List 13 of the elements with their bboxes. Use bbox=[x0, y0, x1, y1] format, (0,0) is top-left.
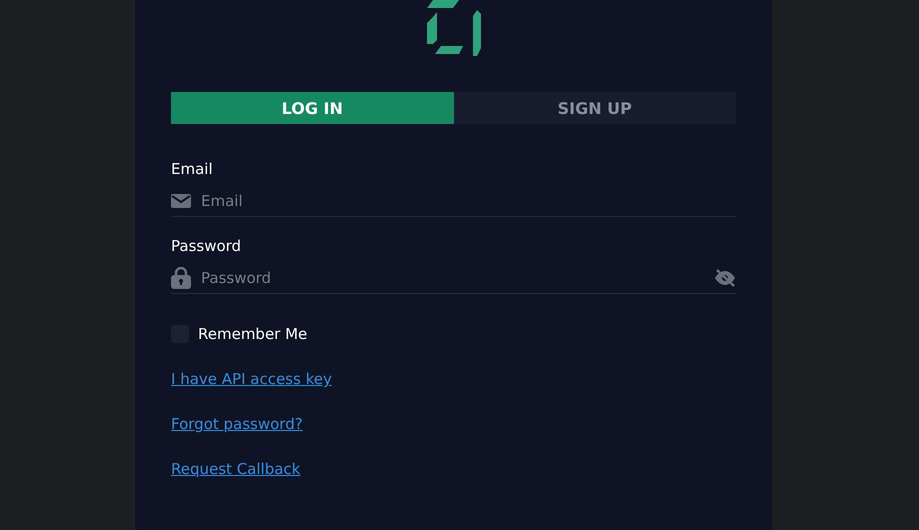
link[interactable]: Request Callback bbox=[171, 460, 300, 478]
field-label: Email bbox=[171, 160, 214, 178]
envelope-icon bbox=[171, 193, 191, 209]
tab[interactable]: LOG IN bbox=[171, 92, 454, 124]
link[interactable]: I have API access key bbox=[171, 370, 332, 388]
logo-icon bbox=[424, 0, 482, 56]
email-field[interactable]: Email bbox=[201, 192, 736, 210]
lock-icon bbox=[171, 267, 191, 289]
link[interactable]: Forgot password? bbox=[171, 415, 303, 433]
field-label: Password bbox=[171, 237, 242, 255]
checkbox-label: Remember Me bbox=[198, 325, 308, 343]
password-field[interactable]: Password bbox=[201, 269, 704, 287]
eye-slash-icon[interactable] bbox=[714, 269, 736, 287]
